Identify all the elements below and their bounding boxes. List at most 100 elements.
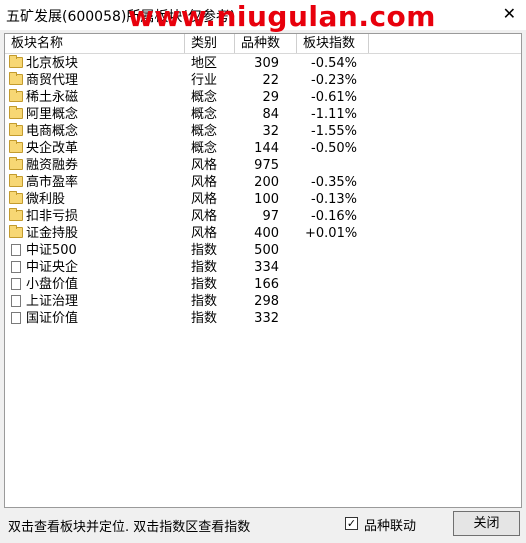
sector-count: 166	[254, 277, 279, 292]
folder-icon	[9, 89, 23, 102]
sector-count: 200	[254, 175, 279, 190]
sector-count: 144	[254, 141, 279, 156]
sector-type: 指数	[191, 260, 218, 275]
sector-name-cell: 商贸代理	[9, 72, 78, 89]
sector-type: 指数	[191, 243, 218, 258]
list-item[interactable]: 中证央企 指数 334	[5, 259, 521, 276]
sector-index-change: -1.11%	[311, 107, 357, 122]
close-button[interactable]: 关闭	[453, 511, 520, 536]
sector-count: 100	[254, 192, 279, 207]
sector-name-cell: 央企改革	[9, 140, 78, 157]
sector-name-cell: 融资融券	[9, 157, 78, 174]
link-stocks-label[interactable]: 品种联动	[364, 515, 416, 534]
list-item[interactable]: 稀土永磁 概念 29 -0.61%	[5, 89, 521, 106]
link-stocks-checkbox[interactable]: ✓	[345, 517, 358, 530]
sector-name-cell: 稀土永磁	[9, 89, 78, 106]
sector-name: 扣非亏损	[26, 209, 79, 224]
sector-count: 84	[262, 107, 279, 122]
list-item[interactable]: 证金持股 风格 400 +0.01%	[5, 225, 521, 242]
sector-type: 风格	[191, 209, 218, 224]
sector-name-cell: 扣非亏损	[9, 208, 78, 225]
hint-text: 双击查看板块并定位. 双击指数区查看指数	[8, 520, 251, 535]
sector-index-change	[305, 310, 357, 327]
list-item[interactable]: 融资融券 风格 975	[5, 157, 521, 174]
document-icon	[11, 261, 21, 273]
sector-name: 高市盈率	[26, 175, 79, 190]
sector-name-cell: 上证治理	[9, 293, 78, 310]
sector-count: 332	[254, 311, 279, 326]
list-item[interactable]: 电商概念 概念 32 -1.55%	[5, 123, 521, 140]
sector-name-cell: 高市盈率	[9, 174, 78, 191]
sector-name-cell: 北京板块	[9, 55, 78, 72]
list-item[interactable]: 微利股 风格 100 -0.13%	[5, 191, 521, 208]
sector-index-change: -0.16%	[311, 209, 357, 224]
document-icon	[11, 295, 21, 307]
sector-index-change: -0.61%	[311, 90, 357, 105]
sector-index-change	[305, 157, 357, 174]
column-header-name[interactable]: 板块名称	[5, 34, 185, 53]
sector-name: 小盘价值	[26, 277, 79, 292]
watermark: www.niugulan.com	[128, 0, 436, 33]
sector-type: 风格	[191, 175, 218, 190]
sector-index-change	[305, 276, 357, 293]
sector-index-change: -0.35%	[311, 175, 357, 190]
sector-count: 22	[262, 73, 279, 88]
sector-type: 地区	[191, 56, 218, 71]
list-item[interactable]: 小盘价值 指数 166	[5, 276, 521, 293]
list-item[interactable]: 扣非亏损 风格 97 -0.16%	[5, 208, 521, 225]
list-item[interactable]: 中证500 指数 500	[5, 242, 521, 259]
folder-icon	[9, 174, 23, 187]
sector-type: 风格	[191, 192, 218, 207]
folder-icon	[9, 157, 23, 170]
column-header-index[interactable]: 板块指数	[297, 34, 369, 53]
sector-index-change	[305, 293, 357, 310]
sector-name: 中证500	[26, 243, 77, 258]
sector-index-change: -0.54%	[311, 56, 357, 71]
list-item[interactable]: 央企改革 概念 144 -0.50%	[5, 140, 521, 157]
folder-icon	[9, 225, 23, 238]
column-header-count[interactable]: 品种数	[235, 34, 297, 53]
sector-count: 32	[262, 124, 279, 139]
sector-index-change	[305, 242, 357, 259]
title-bar: 五矿发展(600058)所属板块(仅参考) www.niugulan.com ✕	[0, 0, 526, 33]
sector-name: 融资融券	[26, 158, 79, 173]
sector-name: 央企改革	[26, 141, 79, 156]
sector-name-cell: 电商概念	[9, 123, 78, 140]
sector-name: 北京板块	[26, 56, 79, 71]
list-item[interactable]: 北京板块 地区 309 -0.54%	[5, 55, 521, 72]
close-icon[interactable]: ✕	[503, 4, 516, 23]
sector-count: 400	[254, 226, 279, 241]
list-item[interactable]: 阿里概念 概念 84 -1.11%	[5, 106, 521, 123]
sector-type: 概念	[191, 107, 218, 122]
list-item[interactable]: 高市盈率 风格 200 -0.35%	[5, 174, 521, 191]
sector-name: 电商概念	[26, 124, 79, 139]
sector-name-cell: 国证价值	[9, 310, 78, 327]
sector-type: 风格	[191, 226, 218, 241]
list-item[interactable]: 商贸代理 行业 22 -0.23%	[5, 72, 521, 89]
sector-count: 298	[254, 294, 279, 309]
sector-name-cell: 微利股	[9, 191, 65, 208]
folder-icon	[9, 208, 23, 221]
checkmark-icon: ✓	[346, 517, 357, 530]
list-item[interactable]: 上证治理 指数 298	[5, 293, 521, 310]
sector-type: 概念	[191, 124, 218, 139]
list-item[interactable]: 国证价值 指数 332	[5, 310, 521, 327]
sector-type: 指数	[191, 277, 218, 292]
sector-name: 国证价值	[26, 311, 79, 326]
list-header: 板块名称 类别 品种数 板块指数	[5, 34, 521, 54]
sector-list[interactable]: 板块名称 类别 品种数 板块指数 北京板块 地区 309 -0.54% 商贸代理 行业 22…	[4, 33, 522, 508]
sector-index-change: -0.50%	[311, 141, 357, 156]
document-icon	[11, 278, 21, 290]
column-header-type[interactable]: 类别	[185, 34, 235, 53]
sector-name-cell: 证金持股	[9, 225, 78, 242]
sector-type: 指数	[191, 294, 218, 309]
sector-name: 微利股	[26, 192, 66, 207]
sector-name-cell: 中证央企	[9, 259, 78, 276]
folder-icon	[9, 72, 23, 85]
sector-name: 上证治理	[26, 294, 79, 309]
folder-icon	[9, 123, 23, 136]
sector-name: 证金持股	[26, 226, 79, 241]
sector-type: 风格	[191, 158, 218, 173]
sector-count: 975	[254, 158, 279, 173]
sector-index-change: +0.01%	[305, 226, 358, 241]
